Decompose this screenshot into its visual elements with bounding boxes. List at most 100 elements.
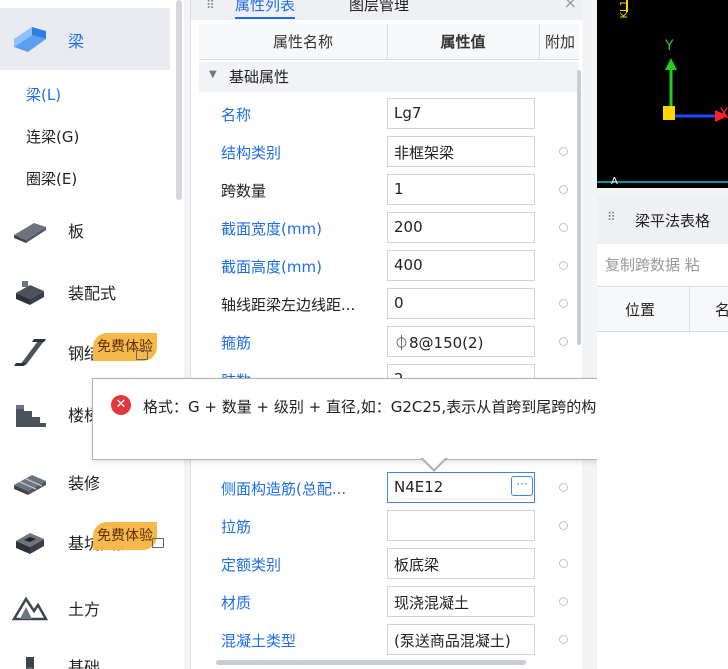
property-label: 定额类别 [221, 556, 282, 574]
more-options-button[interactable]: ··· [511, 476, 533, 496]
drawing-canvas[interactable]: KL1 Y X A [597, 0, 728, 188]
property-table-header: 属性名称 属性值 附加 [199, 24, 579, 60]
extra-checkbox[interactable] [559, 147, 568, 156]
property-row-stirrup: 箍筋 ⏀8@150(2) [199, 324, 579, 362]
group-label: 基础属性 [229, 68, 290, 86]
lock-icon [136, 350, 148, 360]
property-label: 混凝土类型 [221, 632, 297, 650]
extra-checkbox[interactable] [559, 521, 568, 530]
tab-property-list[interactable]: 属性列表 [235, 0, 296, 19]
property-value-input[interactable]: 400 [387, 250, 535, 281]
copy-span-data-button[interactable]: 复制跨数据 粘 [605, 254, 700, 275]
app-root: 梁 梁(L) 连梁(G) 圈梁(E) 板 装配式 钢结构 楼梯 装修 土方 基础… [0, 0, 728, 669]
panel-vertical-scrollbar[interactable] [577, 70, 581, 345]
property-row-concrete-type: 混凝土类型 (泵送商品混凝土) [199, 622, 579, 660]
nav-item-label: 装配式 [68, 284, 117, 303]
error-icon: ✕ [111, 395, 131, 415]
component-nav: 梁 梁(L) 连梁(G) 圈梁(E) 板 装配式 钢结构 楼梯 装修 土方 基础… [0, 0, 184, 669]
property-value-input[interactable]: 非框架梁 [387, 136, 535, 167]
column-name: 名 [715, 301, 728, 319]
base-icon [25, 657, 35, 669]
header-property-name: 属性名称 [272, 33, 333, 51]
nav-item-label: 土方 [68, 600, 101, 619]
extra-checkbox[interactable] [559, 559, 568, 568]
extra-checkbox[interactable] [559, 483, 568, 492]
extra-checkbox[interactable] [559, 223, 568, 232]
subitem-beam-l[interactable]: 梁(L) [26, 84, 61, 105]
header-divider [539, 24, 540, 60]
nav-item-prefab[interactable]: 装配式 [0, 266, 176, 318]
nav-scrollbar[interactable] [176, 0, 182, 200]
steel-icon [14, 339, 46, 366]
nav-item-beam[interactable]: 梁 [0, 14, 176, 66]
extra-checkbox[interactable] [559, 185, 568, 194]
property-value-input[interactable]: 0 [387, 288, 535, 319]
extra-checkbox[interactable] [559, 597, 568, 606]
property-row-section-width: 截面宽度(mm) 200 [199, 210, 579, 248]
beam-table-columns: 位置 名 [597, 286, 728, 333]
close-icon[interactable]: × [564, 0, 577, 12]
lock-icon [152, 538, 164, 548]
subitem-link-beam[interactable]: 连梁(G) [26, 126, 79, 147]
property-row-structure-type: 结构类别 非框架梁 [199, 134, 579, 172]
property-row-section-height: 截面高度(mm) 400 [199, 248, 579, 286]
x-axis-label: X [719, 106, 728, 122]
panel-tab-bar: ⠿ 属性列表 图层管理 × [191, 0, 583, 20]
drag-grip-icon[interactable]: ⠿ [607, 210, 616, 224]
property-row-span-count: 跨数量 1 [199, 172, 579, 210]
property-row-tie-bar: 拉筋 [199, 508, 579, 546]
property-label: 结构类别 [221, 144, 282, 162]
property-value-input[interactable]: 200 [387, 212, 535, 243]
grid-axis-label: A [611, 176, 618, 187]
nav-item-label: 梁 [68, 32, 85, 51]
property-row-quota-category: 定额类别 板底梁 [199, 546, 579, 584]
nav-item-slab[interactable]: 板 [0, 204, 176, 256]
drag-grip-icon[interactable]: ⠿ [206, 0, 216, 12]
extra-checkbox[interactable] [559, 299, 568, 308]
nav-item-decoration[interactable]: 装修 [0, 456, 176, 508]
tooltip-pointer-fill [422, 457, 446, 469]
beam-table-header-bar: ⠿ 梁平法表格 [597, 196, 728, 244]
property-row-axis-offset: 轴线距梁左边线距... 0 [199, 286, 579, 324]
header-extra: 附加 [545, 33, 575, 51]
property-value-input[interactable]: Lg7 [387, 98, 535, 129]
property-value-input[interactable]: (泵送商品混凝土) [387, 624, 535, 655]
header-property-value: 属性值 [440, 33, 486, 51]
nav-item-earthwork[interactable]: 土方 [0, 582, 176, 634]
property-label: 材质 [221, 594, 252, 612]
properties-panel: ⠿ 属性列表 图层管理 × 属性名称 属性值 附加 ▼ 基础属性 名称 Lg7 … [190, 0, 583, 669]
earthwork-icon [12, 596, 48, 621]
beam-table-title: 梁平法表格 [635, 212, 711, 230]
property-value-input[interactable]: 现浇混凝土 [387, 586, 535, 617]
beam-icon [14, 27, 46, 52]
property-label: 截面宽度(mm) [221, 220, 322, 238]
property-label: 截面高度(mm) [221, 258, 322, 276]
nav-item-label: 板 [68, 222, 85, 241]
extra-checkbox[interactable] [559, 635, 568, 644]
property-row-material: 材质 现浇混凝土 [199, 584, 579, 622]
panel-horizontal-scrollbar[interactable] [216, 660, 526, 665]
property-value-input[interactable]: ⏀8@150(2) [387, 326, 535, 357]
property-label: 轴线距梁左边线距... [221, 296, 356, 314]
property-value-input[interactable]: 板底梁 [387, 548, 535, 579]
axis-label: KL1 [619, 0, 630, 19]
column-divider [689, 287, 690, 333]
tooltip-text: 格式：G + 数量 + 级别 + 直径,如：G2C25,表示从首跨到尾跨的构造钢… [143, 398, 642, 416]
extra-checkbox[interactable] [559, 261, 568, 270]
extra-checkbox[interactable] [559, 337, 568, 346]
subitem-ring-beam[interactable]: 圈梁(E) [26, 168, 77, 189]
slab-icon [14, 223, 46, 243]
prefab-icon [16, 281, 44, 305]
property-value-input[interactable]: 1 [387, 174, 535, 205]
tab-layer-management[interactable]: 图层管理 [349, 0, 409, 15]
property-label: 侧面构造筋(总配... [221, 480, 347, 498]
property-label: 拉筋 [221, 518, 252, 536]
group-basic-properties[interactable]: ▼ 基础属性 [199, 62, 579, 92]
stair-icon [16, 405, 46, 427]
free-trial-badge[interactable]: 免费体验 [93, 522, 157, 550]
property-value-input[interactable] [387, 510, 535, 541]
nav-item-base[interactable]: 基础 [0, 640, 176, 669]
validation-tooltip: ✕ 格式：G + 数量 + 级别 + 直径,如：G2C25,表示从首跨到尾跨的构… [92, 378, 682, 460]
caret-down-icon: ▼ [209, 69, 217, 80]
property-row-name: 名称 Lg7 [199, 96, 579, 134]
